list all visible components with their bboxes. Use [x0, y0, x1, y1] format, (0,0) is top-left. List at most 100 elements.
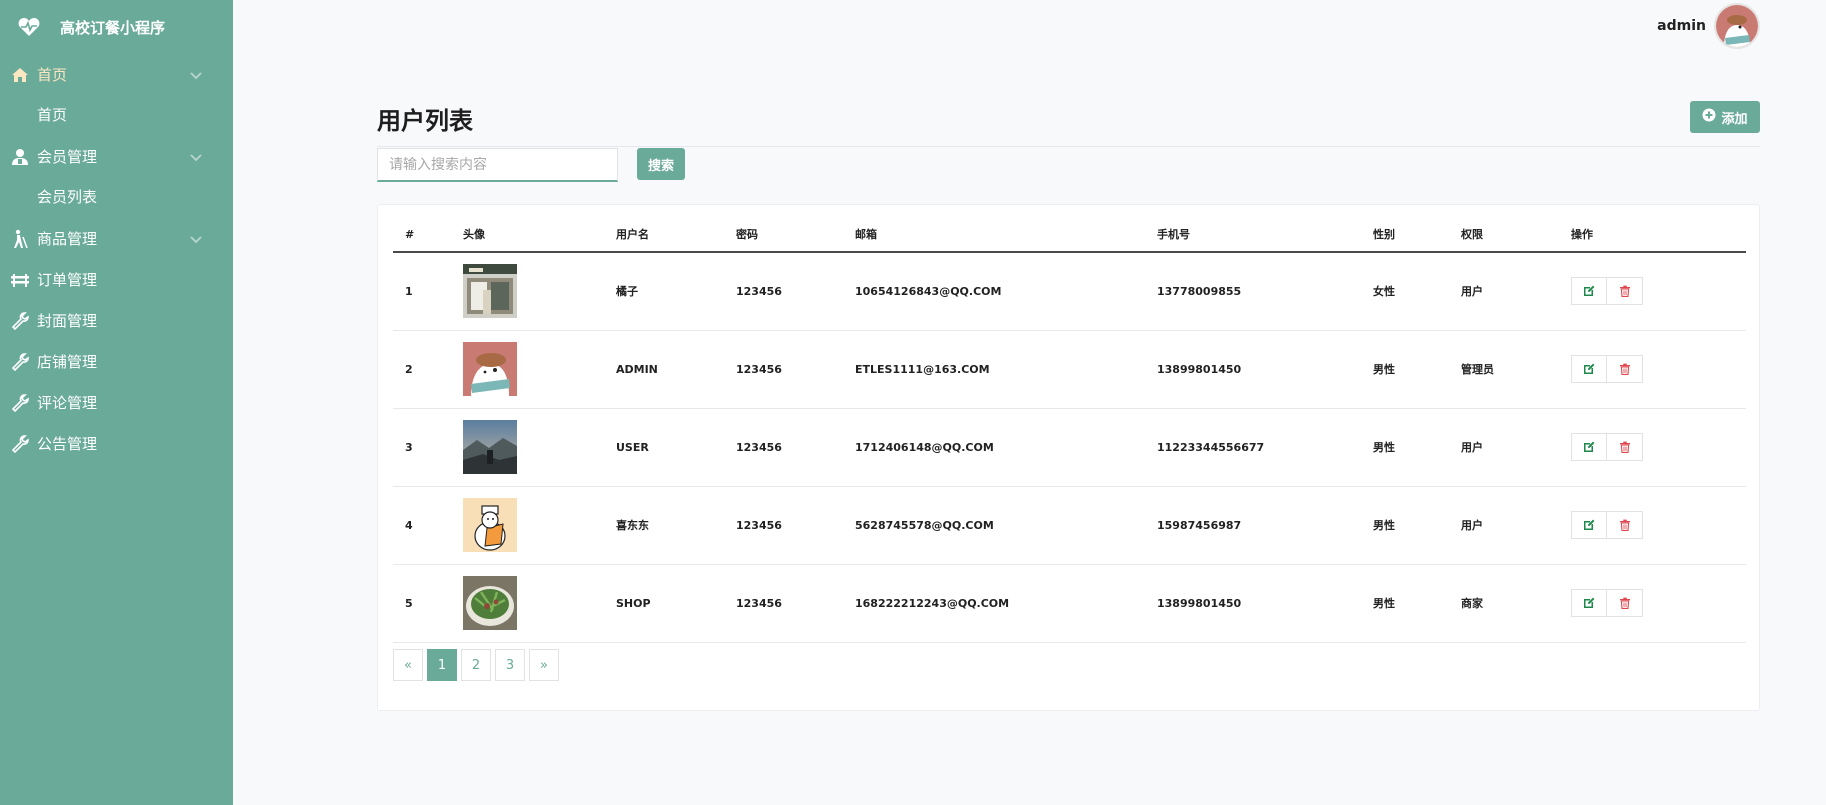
- edit-button[interactable]: [1571, 589, 1607, 617]
- wrench-icon: [10, 393, 30, 413]
- bench-icon: [10, 270, 30, 290]
- sidebar-item-products[interactable]: 商品管理: [0, 218, 233, 259]
- cell-phone: 11223344556677: [1145, 408, 1361, 487]
- trash-icon: [1619, 519, 1630, 531]
- storefront-photo[interactable]: [463, 264, 517, 319]
- edit-button[interactable]: [1571, 277, 1607, 306]
- user-table: # 头像 用户名 密码 邮箱 手机号 性别 权限 操作 1 橘子 123456 …: [393, 217, 1746, 643]
- cell-phone: 13778009855: [1145, 252, 1361, 331]
- delete-button[interactable]: [1607, 589, 1643, 617]
- edit-button[interactable]: [1571, 355, 1607, 383]
- cell-phone: 15987456987: [1145, 486, 1361, 565]
- cell-email: 1712406148@QQ.COM: [843, 408, 1145, 487]
- search-button[interactable]: 搜索: [637, 148, 685, 180]
- sidebar-subitem-home[interactable]: 首页: [0, 95, 233, 136]
- sidebar-item-label: 商品管理: [37, 230, 98, 248]
- bear-cartoon[interactable]: [463, 342, 517, 396]
- chevron-down-icon: [189, 231, 203, 245]
- cell-password: 123456: [724, 486, 843, 565]
- cell-username: SHOP: [604, 564, 724, 643]
- page-button-1[interactable]: 1: [427, 649, 457, 681]
- edit-icon: [1584, 285, 1595, 297]
- sidebar-item-shops[interactable]: 店铺管理: [0, 341, 233, 382]
- chef-cartoon[interactable]: [463, 498, 517, 552]
- edit-icon: [1584, 363, 1595, 374]
- sidebar-item-home[interactable]: 首页: [0, 54, 233, 95]
- page-next-button[interactable]: »: [529, 649, 559, 681]
- username: admin: [1657, 18, 1706, 34]
- add-button-label: 添加: [1721, 111, 1748, 127]
- cell-gender: 男性: [1361, 564, 1449, 643]
- page-button-3[interactable]: 3: [495, 649, 525, 681]
- column-header-role: 权限: [1449, 217, 1559, 253]
- home-icon: [10, 65, 30, 85]
- search-input[interactable]: [377, 148, 618, 182]
- food-bowl-photo[interactable]: [463, 576, 517, 630]
- pagination: « 1 2 3 »: [393, 649, 563, 681]
- edit-button[interactable]: [1571, 511, 1607, 539]
- cell-username: ADMIN: [604, 330, 724, 409]
- delete-button[interactable]: [1607, 433, 1643, 461]
- table-row: 2 ADMIN 123456 ETLES1111@163.COM 1389980…: [393, 330, 1746, 409]
- page-button-2[interactable]: 2: [461, 649, 491, 681]
- page-prev-button[interactable]: «: [393, 649, 423, 681]
- page-title: 用户列表: [377, 107, 473, 135]
- wrench-icon: [10, 434, 30, 454]
- table-row: 3 USER 123456 1712406148@QQ.COM 11223344…: [393, 408, 1746, 487]
- cell-index: 1: [393, 252, 451, 331]
- cell-avatar: [451, 330, 604, 409]
- table-row: 5 SHOP 123456 168222212243@QQ.COM 138998…: [393, 564, 1746, 643]
- cell-username: USER: [604, 408, 724, 487]
- cell-index: 3: [393, 408, 451, 487]
- sidebar-item-members[interactable]: 会员管理: [0, 136, 233, 177]
- avatar[interactable]: [1714, 3, 1760, 49]
- sidebar-item-label: 订单管理: [37, 271, 98, 289]
- edit-icon: [1584, 597, 1595, 608]
- column-header-email: 邮箱: [843, 217, 1145, 253]
- cell-username: 喜东东: [604, 486, 724, 565]
- cell-avatar: [451, 564, 604, 643]
- delete-button[interactable]: [1607, 355, 1643, 383]
- wrench-icon: [10, 352, 30, 372]
- chevron-down-icon: [189, 149, 203, 163]
- sidebar-item-covers[interactable]: 封面管理: [0, 300, 233, 341]
- sidebar-item-comments[interactable]: 评论管理: [0, 382, 233, 423]
- table-row: 4 喜东东 123456 5628745578@QQ.COM 159874569…: [393, 486, 1746, 565]
- walker-icon: [10, 229, 30, 249]
- cell-phone: 13899801450: [1145, 564, 1361, 643]
- column-header-gender: 性别: [1361, 217, 1449, 253]
- trash-icon: [1619, 363, 1630, 375]
- cell-avatar: [451, 486, 604, 565]
- cell-username: 橘子: [604, 252, 724, 331]
- sidebar-item-label: 首页: [37, 66, 68, 84]
- mountain-photo[interactable]: [463, 420, 517, 474]
- sidebar-item-label: 公告管理: [37, 435, 98, 453]
- cell-actions: [1559, 564, 1746, 643]
- delete-button[interactable]: [1607, 511, 1643, 539]
- user-menu[interactable]: admin: [1657, 3, 1760, 49]
- cell-email: 10654126843@QQ.COM: [843, 252, 1145, 331]
- cell-actions: [1559, 408, 1746, 487]
- sidebar-item-announcements[interactable]: 公告管理: [0, 423, 233, 464]
- sidebar-item-label: 会员管理: [37, 148, 98, 166]
- cell-role: 用户: [1449, 408, 1559, 487]
- cell-avatar: [451, 252, 604, 331]
- sidebar-item-orders[interactable]: 订单管理: [0, 259, 233, 300]
- edit-button[interactable]: [1571, 433, 1607, 461]
- column-header-username: 用户名: [604, 217, 724, 253]
- column-header-phone: 手机号: [1145, 217, 1361, 253]
- cell-index: 2: [393, 330, 451, 409]
- cell-password: 123456: [724, 564, 843, 643]
- table-header-row: # 头像 用户名 密码 邮箱 手机号 性别 权限 操作: [393, 217, 1746, 253]
- sidebar-subitem-member-list[interactable]: 会员列表: [0, 177, 233, 218]
- add-button[interactable]: 添加: [1690, 101, 1760, 133]
- cell-email: 168222212243@QQ.COM: [843, 564, 1145, 643]
- brand[interactable]: 高校订餐小程序: [0, 0, 233, 54]
- cell-index: 4: [393, 486, 451, 565]
- user-table-card: # 头像 用户名 密码 邮箱 手机号 性别 权限 操作 1 橘子 123456 …: [377, 204, 1760, 711]
- cell-actions: [1559, 330, 1746, 409]
- delete-button[interactable]: [1607, 277, 1643, 306]
- cell-role: 商家: [1449, 564, 1559, 643]
- edit-icon: [1584, 441, 1595, 452]
- cell-actions: [1559, 252, 1746, 331]
